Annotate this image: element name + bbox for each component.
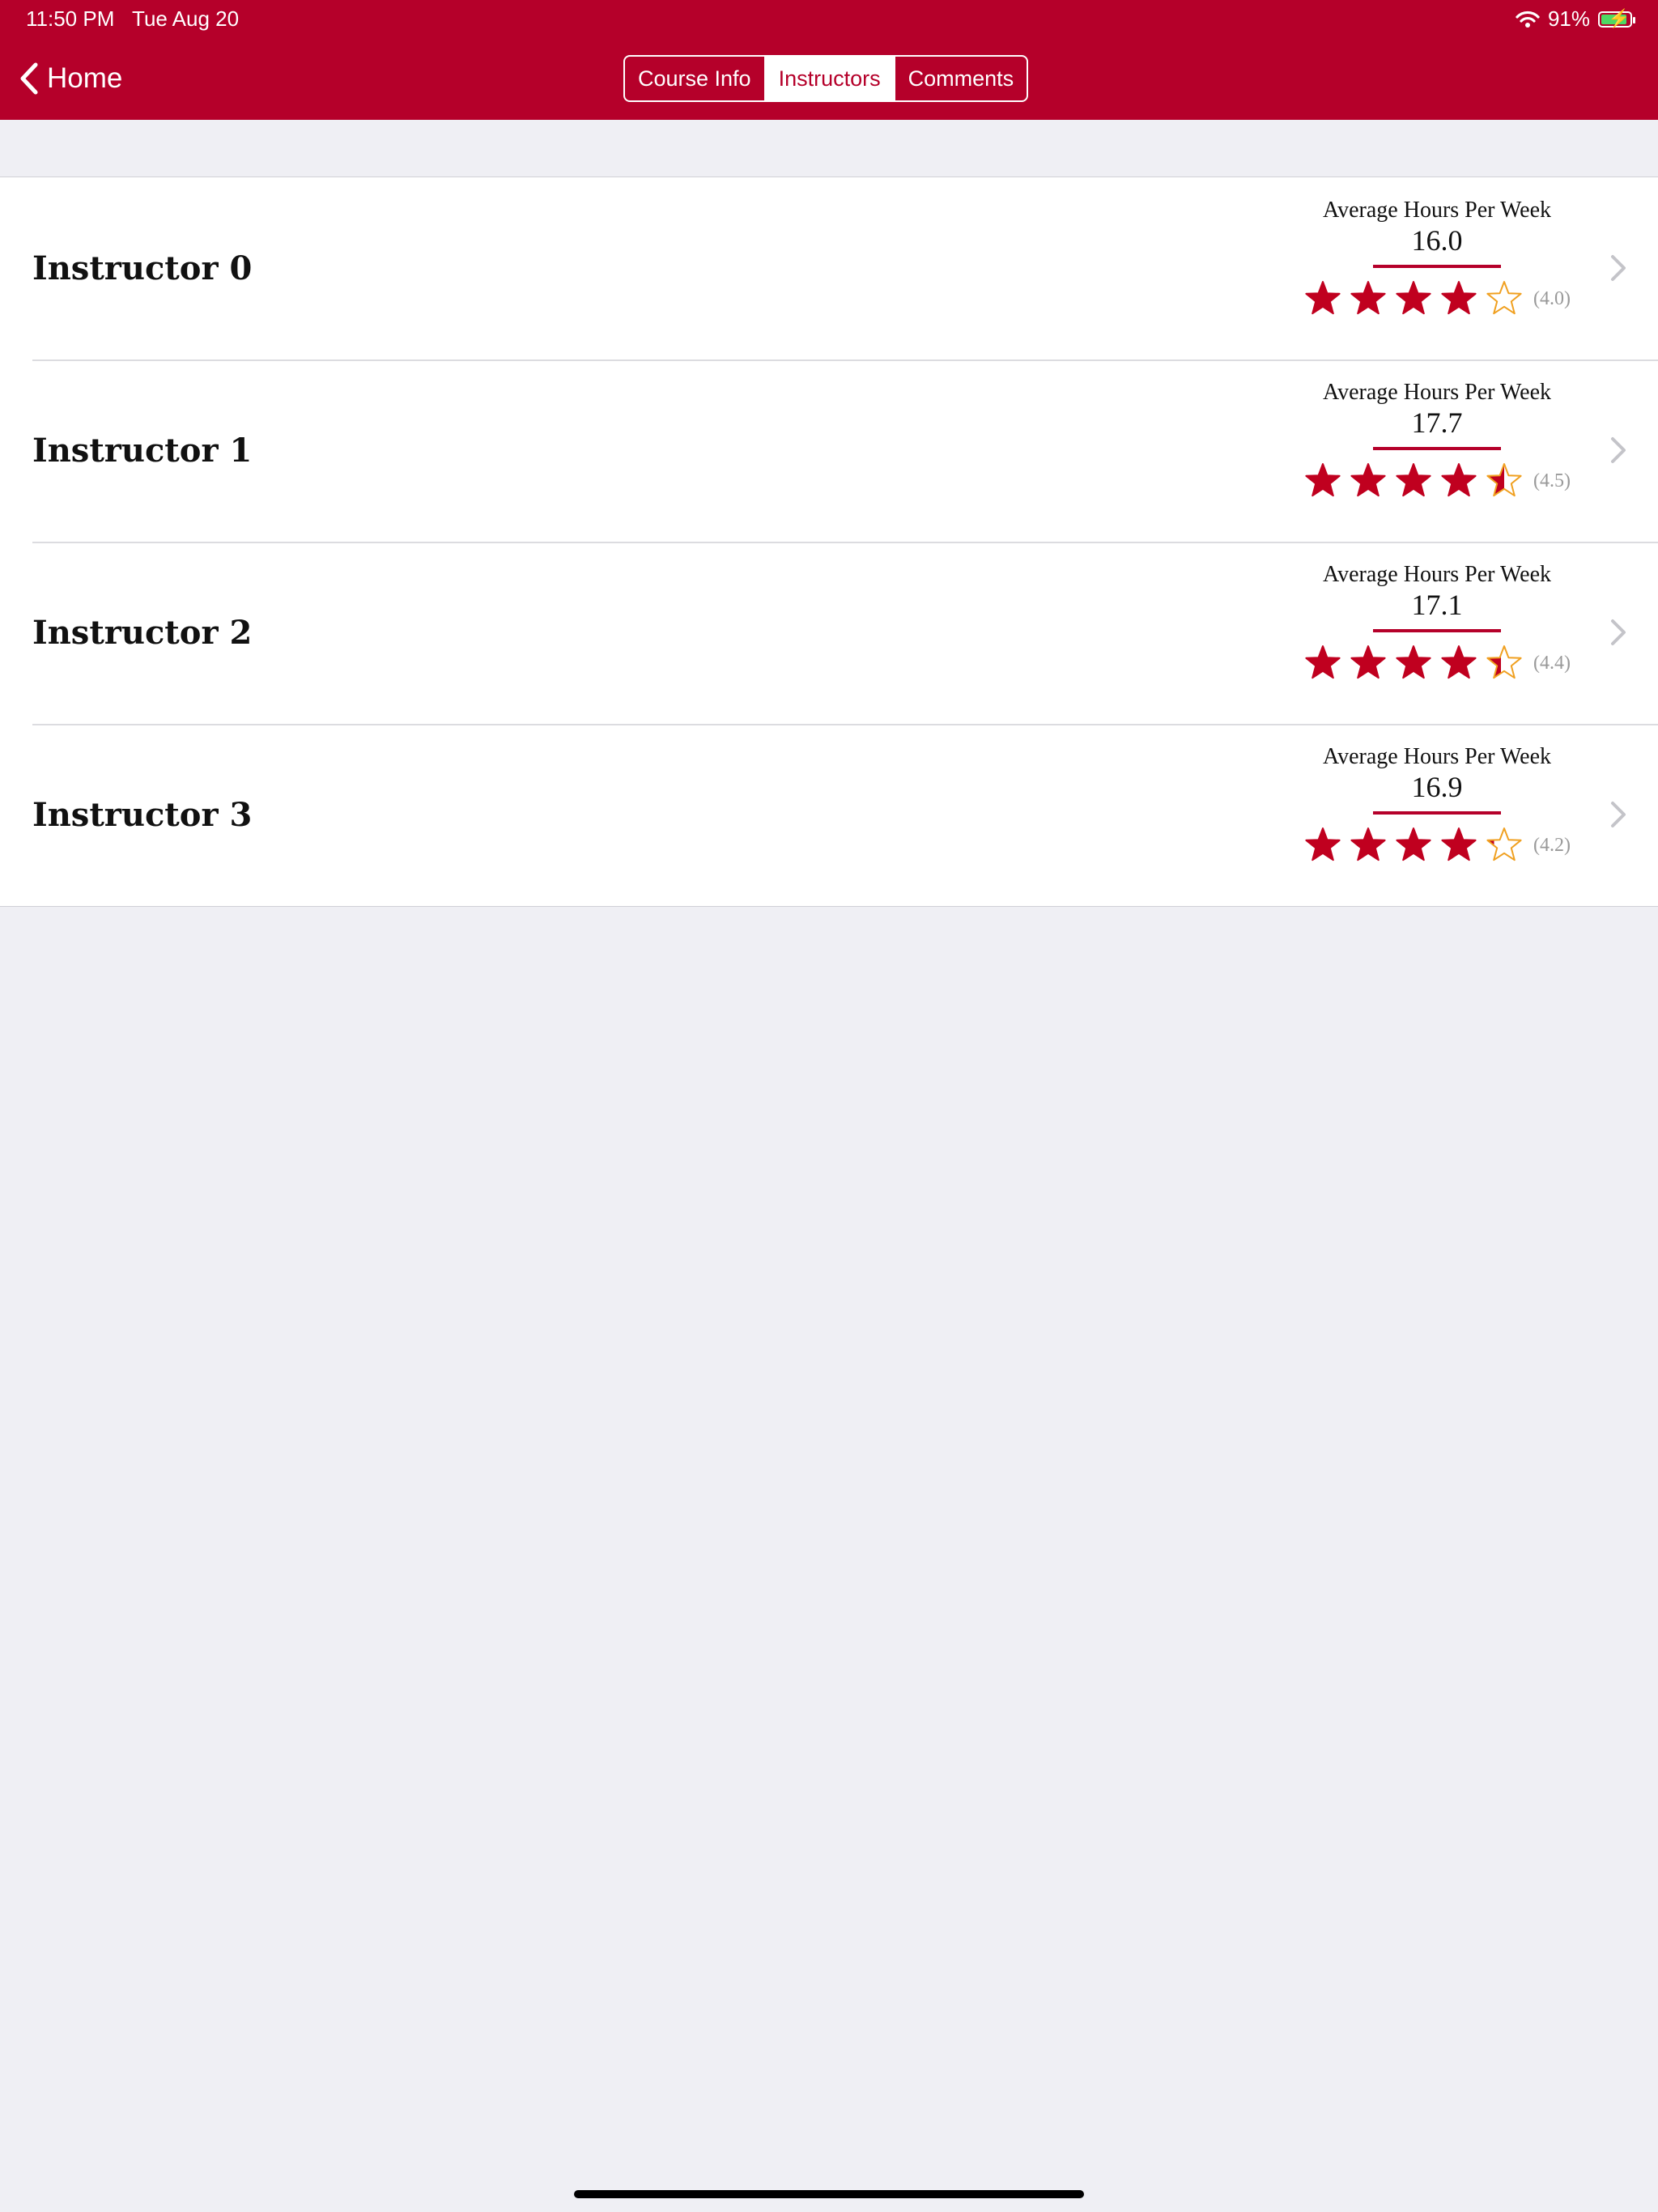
star-icon xyxy=(1350,827,1386,861)
hours-value: 17.7 xyxy=(1411,406,1463,439)
star-icon xyxy=(1441,645,1477,679)
star-icon xyxy=(1350,281,1386,315)
hours-value: 17.1 xyxy=(1411,589,1463,621)
navigation-bar: Home Course Info Instructors Comments xyxy=(0,39,1658,120)
instructor-metrics: Average Hours Per Week 17.7 (4.5) xyxy=(1303,379,1571,500)
hours-label: Average Hours Per Week xyxy=(1322,744,1552,769)
status-time: 11:50 PM Tue Aug 20 xyxy=(26,6,240,31)
instructor-name: Instructor 0 xyxy=(32,249,253,287)
hours-label: Average Hours Per Week xyxy=(1322,562,1552,587)
instructor-metrics: Average Hours Per Week 16.9 (4.2) xyxy=(1303,743,1571,865)
rating-value: (4.5) xyxy=(1533,470,1571,491)
battery-percent: 91% xyxy=(1547,6,1590,31)
hours-label: Average Hours Per Week xyxy=(1322,380,1552,405)
hours-underline xyxy=(1373,811,1501,815)
star-icon xyxy=(1441,463,1477,497)
instructor-list: Instructor 0 Average Hours Per Week 16.0… xyxy=(0,177,1658,907)
rating-value: (4.4) xyxy=(1533,652,1571,674)
instructor-metrics: Average Hours Per Week 16.0 (4.0) xyxy=(1303,197,1571,318)
star-icon xyxy=(1350,645,1386,679)
star-icon xyxy=(1396,645,1431,679)
home-indicator[interactable] xyxy=(574,2190,1084,2198)
tab-instructors[interactable]: Instructors xyxy=(763,57,894,100)
star-rating: (4.0) xyxy=(1303,279,1571,318)
hours-value: 16.9 xyxy=(1411,771,1463,803)
hours-value: 16.0 xyxy=(1411,224,1463,257)
tab-course-info[interactable]: Course Info xyxy=(625,57,764,100)
back-label: Home xyxy=(47,62,123,94)
star-icon xyxy=(1486,827,1522,861)
star-rating: (4.5) xyxy=(1303,462,1571,500)
star-icon xyxy=(1350,463,1386,497)
battery-charging-icon: ⚡ xyxy=(1598,8,1635,28)
instructor-row[interactable]: Instructor 1 Average Hours Per Week 17.7… xyxy=(0,359,1658,542)
star-icon xyxy=(1396,827,1431,861)
status-date: Tue Aug 20 xyxy=(132,6,240,31)
star-icon xyxy=(1441,827,1477,861)
star-icon xyxy=(1305,827,1341,861)
instructor-row[interactable]: Instructor 0 Average Hours Per Week 16.0… xyxy=(0,177,1658,359)
chevron-right-icon xyxy=(1611,437,1626,463)
hours-label: Average Hours Per Week xyxy=(1322,198,1552,223)
status-bar: 11:50 PM Tue Aug 20 91% ⚡ xyxy=(0,0,1658,39)
star-rating: (4.2) xyxy=(1303,826,1571,865)
chevron-right-icon xyxy=(1611,802,1626,827)
back-button[interactable]: Home xyxy=(16,58,122,99)
chevron-right-icon xyxy=(1611,619,1626,645)
hours-underline xyxy=(1373,447,1501,450)
instructor-metrics: Average Hours Per Week 17.1 (4.4) xyxy=(1303,561,1571,683)
hours-underline xyxy=(1373,629,1501,632)
star-rating: (4.4) xyxy=(1303,644,1571,683)
rating-value: (4.0) xyxy=(1533,287,1571,309)
instructor-name: Instructor 1 xyxy=(32,432,253,470)
segmented-control: Course Info Instructors Comments xyxy=(623,55,1029,102)
star-icon xyxy=(1486,463,1522,497)
instructor-row[interactable]: Instructor 2 Average Hours Per Week 17.1… xyxy=(0,542,1658,724)
star-icon xyxy=(1441,281,1477,315)
instructor-name: Instructor 3 xyxy=(32,796,253,834)
tab-comments[interactable]: Comments xyxy=(893,57,1027,100)
star-icon xyxy=(1305,281,1341,315)
star-icon xyxy=(1396,281,1431,315)
star-icon xyxy=(1305,463,1341,497)
status-indicators: 91% ⚡ xyxy=(1516,6,1635,32)
instructor-name: Instructor 2 xyxy=(32,614,253,652)
star-icon xyxy=(1486,645,1522,679)
star-icon xyxy=(1305,645,1341,679)
chevron-right-icon xyxy=(1611,255,1626,281)
wifi-icon xyxy=(1516,11,1540,28)
star-icon xyxy=(1486,281,1522,315)
rating-value: (4.2) xyxy=(1533,834,1571,856)
chevron-left-icon xyxy=(20,62,38,95)
star-icon xyxy=(1396,463,1431,497)
hours-underline xyxy=(1373,265,1501,268)
instructor-row[interactable]: Instructor 3 Average Hours Per Week 16.9… xyxy=(0,724,1658,906)
